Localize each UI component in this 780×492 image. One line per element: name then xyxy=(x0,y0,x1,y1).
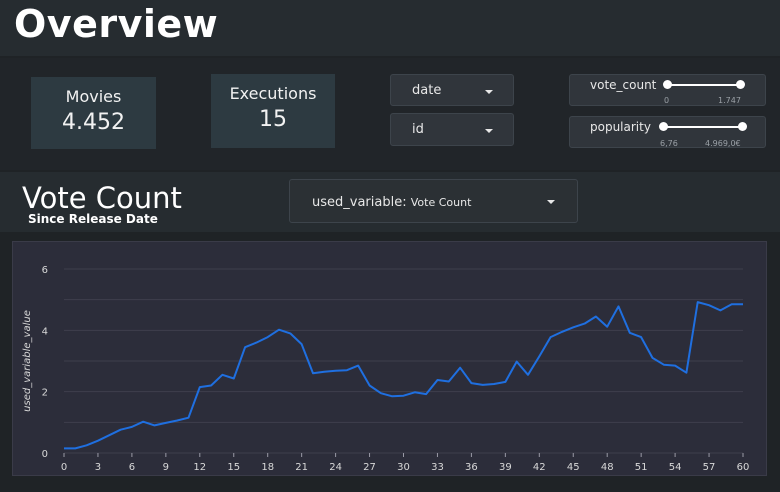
slider-min-handle[interactable] xyxy=(659,122,668,131)
x-tick-label: 6 xyxy=(129,462,135,473)
y-axis-label: used_variable_value xyxy=(22,310,33,412)
x-tick-label: 51 xyxy=(635,462,648,473)
id-dropdown[interactable]: id xyxy=(390,113,514,146)
y-tick-label: 2 xyxy=(42,388,48,399)
movies-label: Movies xyxy=(65,87,122,106)
x-tick-label: 9 xyxy=(163,462,169,473)
chevron-down-icon xyxy=(485,90,493,94)
line-chart-panel: 0 2 4 6 0 3 6 9 12 15 18 21 24 27 30 33 36 39 42 45 48 51 54 57… xyxy=(12,241,767,476)
slider-track xyxy=(667,84,740,86)
y-tick-label: 4 xyxy=(42,326,48,337)
date-dropdown[interactable]: date xyxy=(390,74,514,106)
x-tick-label: 39 xyxy=(499,462,512,473)
line-chart: 02460 3 6 9 12 15 18 21 24 27 30 33 36 39 42 45 48 51 54 57… xyxy=(22,265,750,473)
y-tick-label: 0 xyxy=(42,449,48,460)
used-variable-dropdown[interactable]: used_variable: Vote Count xyxy=(289,179,578,223)
chevron-down-icon xyxy=(547,200,555,204)
slider-min-label: 0 xyxy=(664,96,670,105)
x-tick-label: 18 xyxy=(261,462,274,473)
x-tick-label: 54 xyxy=(669,462,682,473)
header-bar: Overview xyxy=(0,0,780,56)
y-tick-label: 6 xyxy=(42,265,48,276)
date-dropdown-label: date xyxy=(412,83,442,98)
x-tick-label: 48 xyxy=(601,462,614,473)
executions-value: 15 xyxy=(259,107,287,132)
popularity-slider-label: popularity xyxy=(590,120,651,134)
series-line xyxy=(64,301,743,450)
x-tick-label: 33 xyxy=(431,462,444,473)
executions-label: Executions xyxy=(229,84,317,103)
movies-value: 4.452 xyxy=(62,110,125,135)
section-subtitle: Since Release Date xyxy=(28,212,158,226)
controls-panel: Movies 4.452 Executions 15 date id vote_… xyxy=(0,58,780,170)
id-dropdown-label: id xyxy=(412,122,424,137)
used-variable-label: used_variable: Vote Count xyxy=(312,195,472,210)
slider-track xyxy=(663,126,742,128)
x-tick-label: 42 xyxy=(533,462,546,473)
chevron-down-icon xyxy=(485,129,493,133)
x-tick-label: 57 xyxy=(703,462,716,473)
x-tick-label: 3 xyxy=(95,462,101,473)
section-title: Vote Count xyxy=(22,181,182,215)
x-tick-label: 27 xyxy=(363,462,376,473)
x-tick-label: 0 xyxy=(61,462,67,473)
executions-stat-card: Executions 15 xyxy=(211,74,335,148)
popularity-slider[interactable]: popularity 6,76 4.969,0€ xyxy=(569,116,766,148)
slider-min-label: 6,76 xyxy=(660,139,678,148)
x-tick-label: 15 xyxy=(227,462,240,473)
x-tick-label: 12 xyxy=(193,462,206,473)
x-tick-label: 45 xyxy=(567,462,580,473)
x-tick-label: 21 xyxy=(295,462,308,473)
vote-count-slider-label: vote_count xyxy=(590,78,657,92)
x-tick-label: 36 xyxy=(465,462,478,473)
slider-max-handle[interactable] xyxy=(736,80,745,89)
slider-max-label: 4.969,0€ xyxy=(705,139,741,148)
slider-min-handle[interactable] xyxy=(663,80,672,89)
x-tick-label: 60 xyxy=(737,462,750,473)
page-title: Overview xyxy=(14,2,219,46)
x-tick-label: 24 xyxy=(329,462,342,473)
x-tick-label: 30 xyxy=(397,462,410,473)
slider-max-handle[interactable] xyxy=(738,122,747,131)
vote-count-slider[interactable]: vote_count 0 1.747 xyxy=(569,74,766,106)
movies-stat-card: Movies 4.452 xyxy=(31,77,156,149)
slider-max-label: 1.747 xyxy=(718,96,741,105)
